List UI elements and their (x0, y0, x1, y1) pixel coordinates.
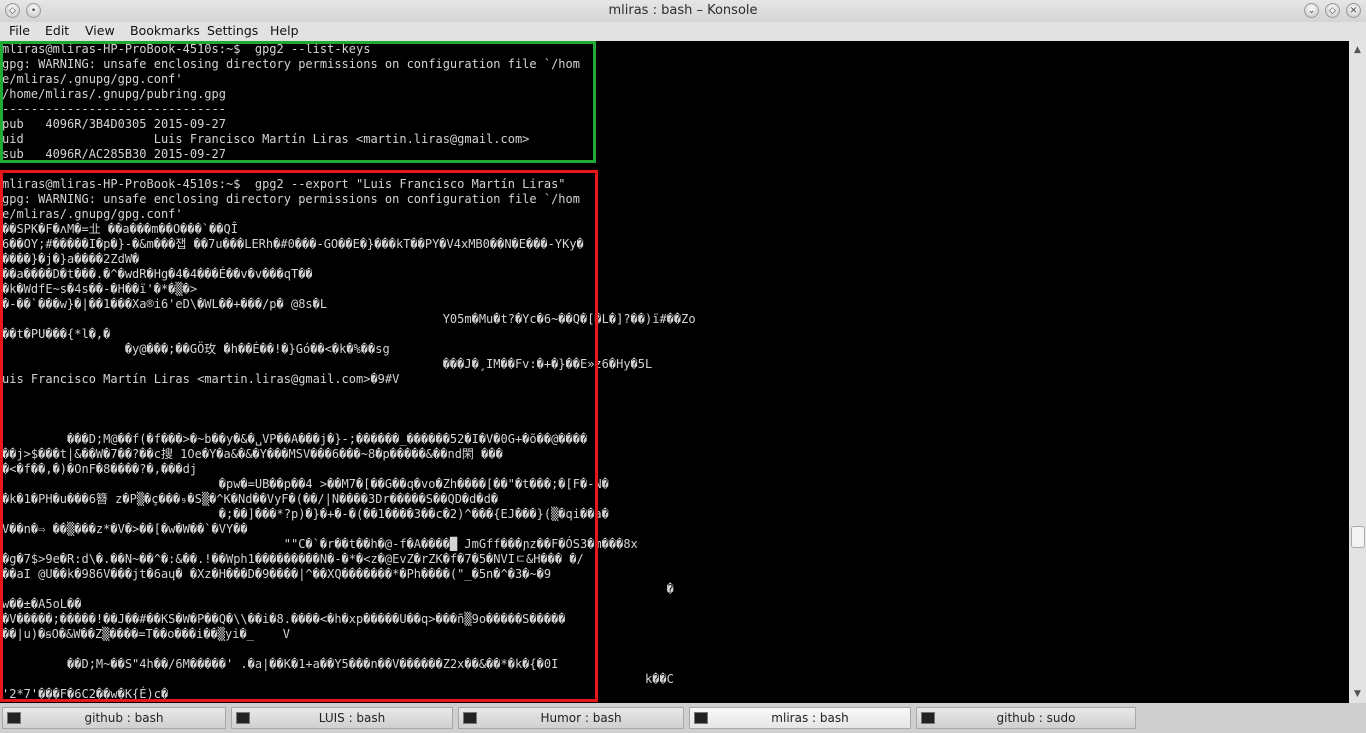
terminal-icon (463, 712, 477, 724)
tab-github-sudo[interactable]: github : sudo (916, 707, 1136, 729)
minimize-icon[interactable]: ⌄ (1304, 3, 1319, 18)
tab-github-bash[interactable]: github : bash (2, 707, 226, 729)
close-icon[interactable]: ✕ (1346, 3, 1361, 18)
menu-bookmarks[interactable]: Bookmarks (130, 23, 200, 38)
terminal-icon (7, 712, 21, 724)
menu-help[interactable]: Help (270, 23, 299, 38)
menu-edit[interactable]: Edit (45, 23, 69, 38)
chevron-up-icon[interactable]: ▲ (1349, 43, 1366, 57)
maximize-icon[interactable]: ◇ (1325, 3, 1340, 18)
menu-settings[interactable]: Settings (207, 23, 258, 38)
window-title: mliras : bash – Konsole (608, 3, 758, 18)
tab-luis-bash[interactable]: LUIS : bash (231, 707, 453, 729)
terminal-icon (694, 712, 708, 724)
window-titlebar[interactable]: ◇ • mliras : bash – Konsole ⌄ ◇ ✕ (0, 0, 1366, 22)
scrollbar-thumb[interactable] (1351, 526, 1365, 548)
menu-file[interactable]: File (9, 23, 30, 38)
list-keys-highlight (0, 41, 596, 163)
terminal-icon (921, 712, 935, 724)
export-output-highlight (0, 170, 598, 702)
terminal-icon (236, 712, 250, 724)
terminal-scrollbar[interactable]: ▲ ▼ (1349, 41, 1366, 703)
menu-view[interactable]: View (85, 23, 115, 38)
terminal-display[interactable]: mliras@mliras-HP-ProBook-4510s:~$ gpg2 -… (0, 41, 1349, 703)
tab-humor-bash[interactable]: Humor : bash (458, 707, 684, 729)
tab-mliras-bash[interactable]: mliras : bash (689, 707, 911, 729)
menu-bar: File Edit View Bookmarks Settings Help (0, 22, 1366, 41)
chevron-down-icon[interactable]: ▼ (1349, 687, 1366, 701)
session-tab-bar: github : bash LUIS : bash Humor : bash m… (0, 703, 1366, 733)
